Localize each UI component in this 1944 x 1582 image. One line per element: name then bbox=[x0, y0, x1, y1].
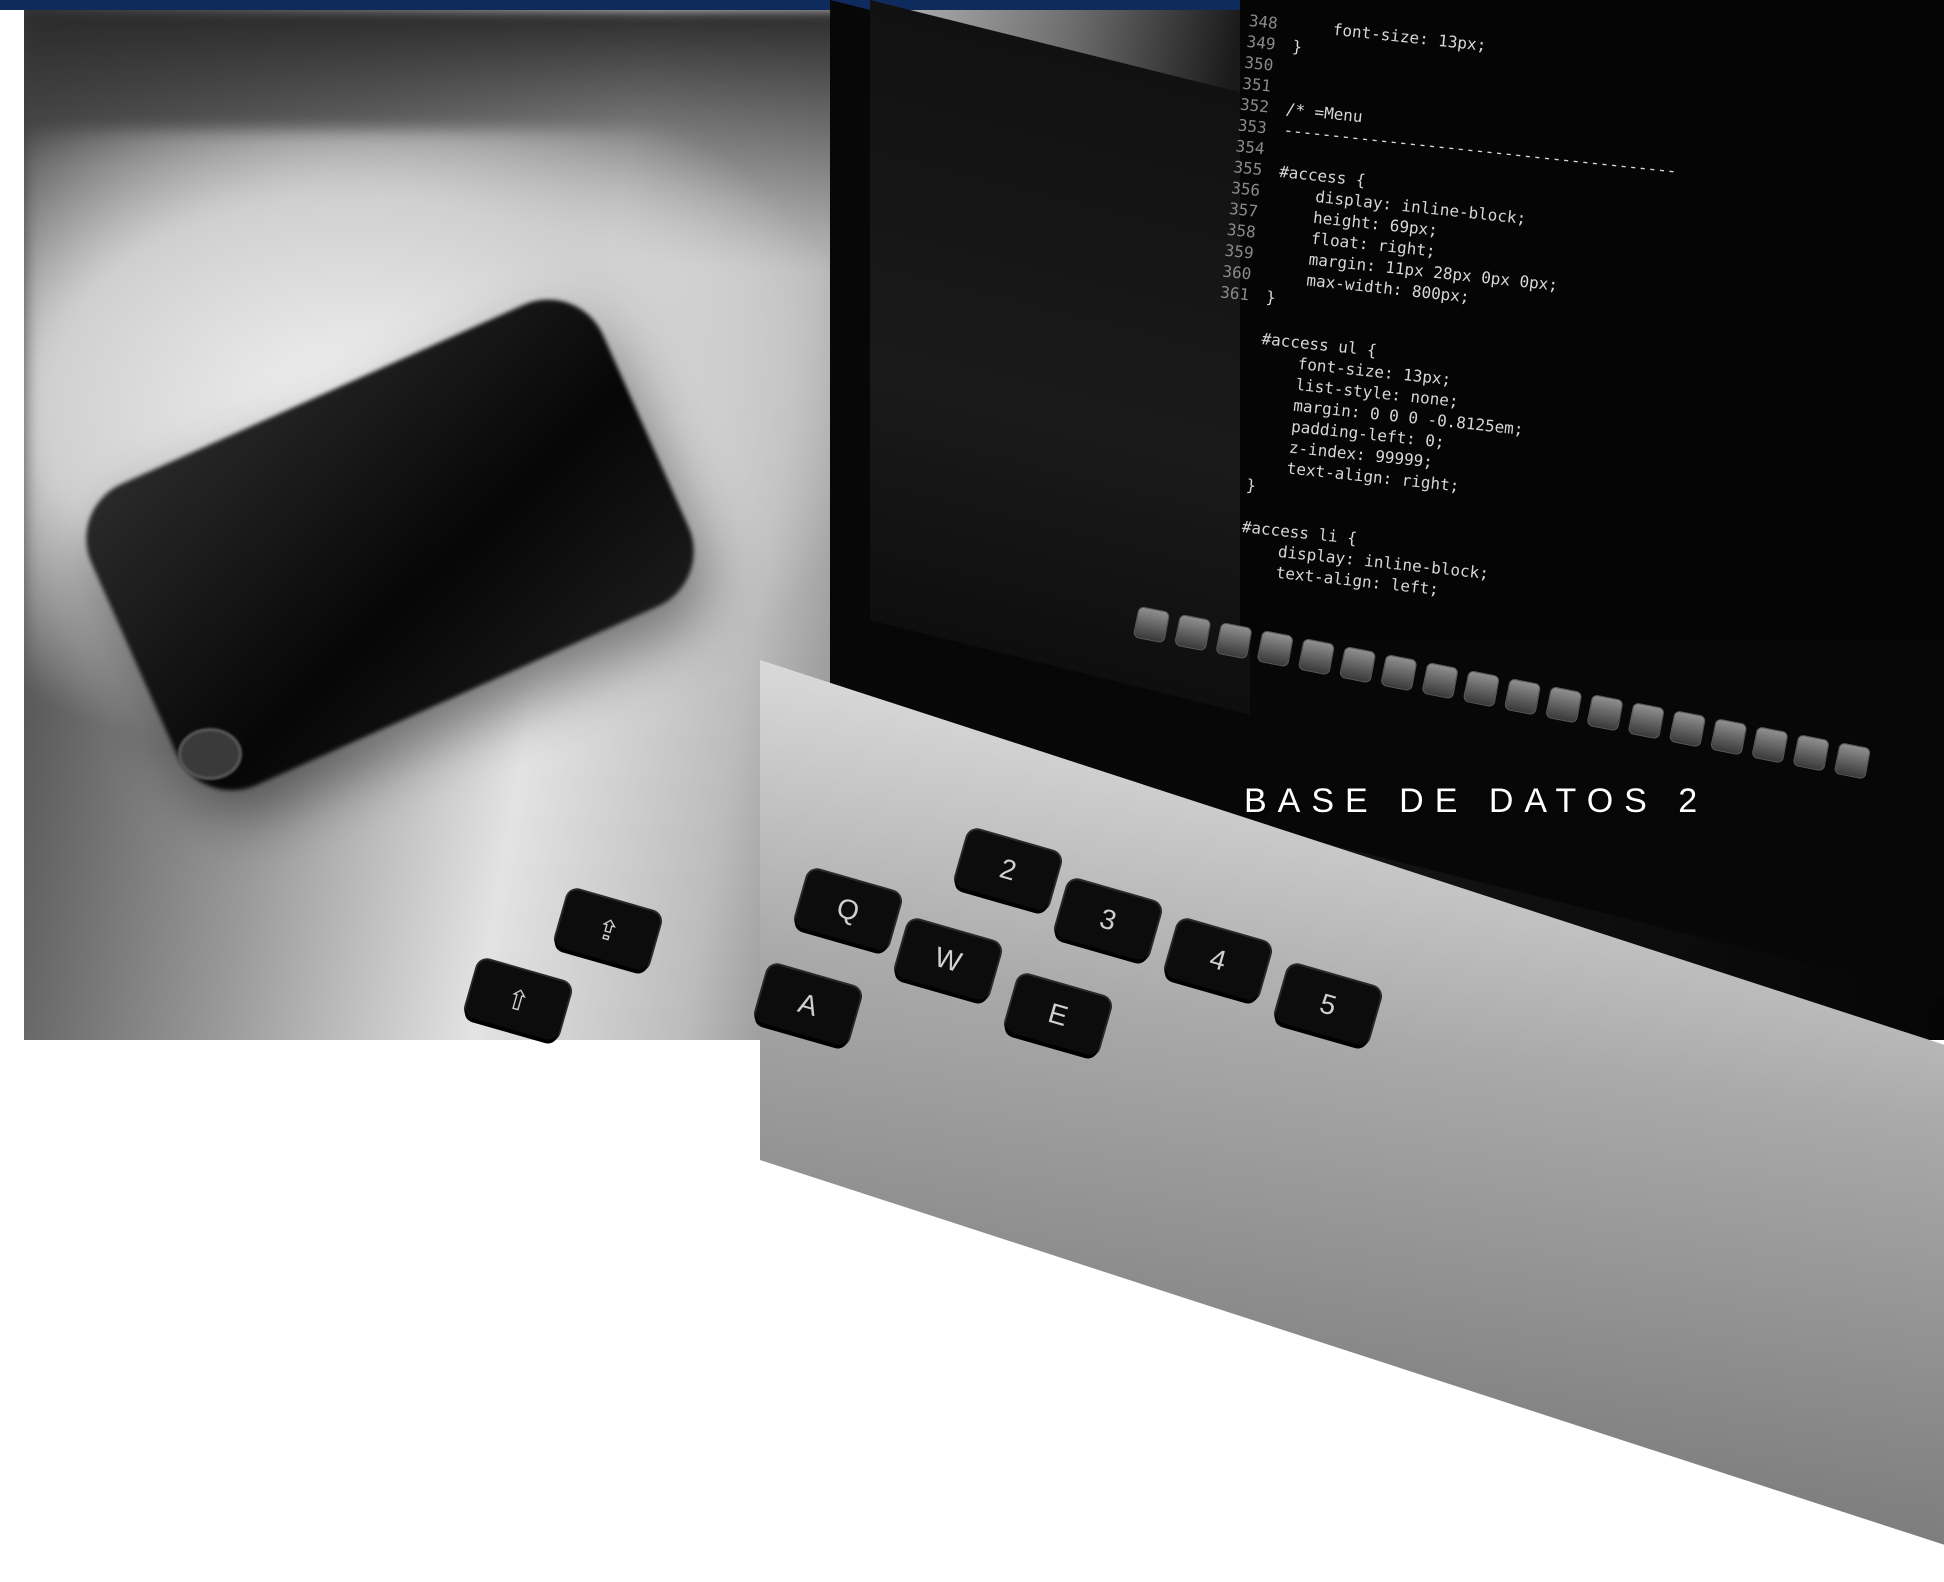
dock-app-icon bbox=[1751, 726, 1789, 764]
dock-app-icon bbox=[1132, 605, 1171, 644]
line-number bbox=[1209, 402, 1255, 407]
dock-app-icon bbox=[1215, 621, 1253, 660]
line-number bbox=[1202, 464, 1248, 469]
dock-app-icon bbox=[1173, 613, 1212, 652]
line-number bbox=[1193, 548, 1239, 553]
dock-app-icon bbox=[1627, 702, 1666, 740]
dock-app-icon bbox=[1256, 629, 1294, 668]
dock-app-icon bbox=[1503, 678, 1542, 716]
line-number bbox=[1204, 444, 1250, 449]
line-number bbox=[1191, 569, 1237, 574]
dock-app-icon bbox=[1586, 694, 1624, 732]
laptop-screen-dark-area bbox=[870, 0, 1250, 715]
dock-app-icon bbox=[1833, 742, 1872, 780]
line-number bbox=[1200, 485, 1246, 490]
code-text: } bbox=[1265, 287, 1277, 308]
line-number bbox=[1211, 381, 1257, 386]
dock-app-icon bbox=[1545, 686, 1583, 724]
line-number bbox=[1198, 506, 1244, 511]
dock-app-icon bbox=[1792, 734, 1830, 772]
line-number bbox=[1213, 360, 1259, 365]
phone-home-button bbox=[178, 728, 242, 780]
code-text: } bbox=[1291, 36, 1304, 57]
line-number bbox=[1196, 527, 1242, 532]
dock-app-icon bbox=[1297, 637, 1336, 676]
dock-app-icon bbox=[1380, 653, 1418, 692]
line-number bbox=[1218, 318, 1264, 323]
dock-app-icon bbox=[1421, 661, 1459, 700]
line-number bbox=[1215, 339, 1261, 344]
line-number bbox=[1207, 423, 1253, 428]
dock-app-icon bbox=[1338, 645, 1377, 684]
dock-app-icon bbox=[1709, 718, 1748, 756]
dock-app-icon bbox=[1462, 670, 1501, 708]
code-text: } bbox=[1245, 475, 1257, 496]
dock-app-icon bbox=[1668, 710, 1707, 748]
code-editor-text: 348 font-size: 13px; 349} 350 351 352/* =Men… bbox=[1191, 10, 1689, 620]
banner-title: BASE DE DATOS 2 bbox=[1244, 782, 1709, 820]
